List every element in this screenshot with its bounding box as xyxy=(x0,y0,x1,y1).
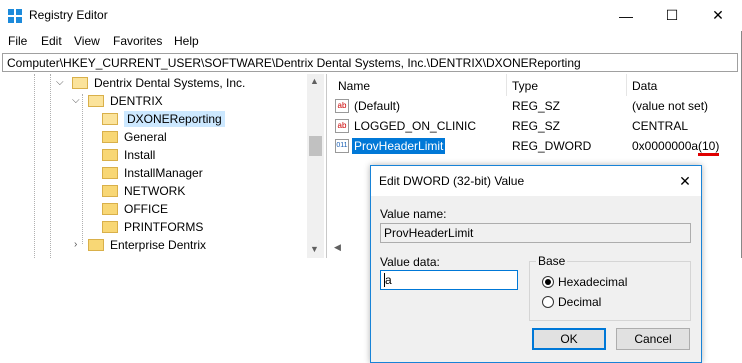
folder-icon xyxy=(102,185,118,197)
scroll-left-icon[interactable]: ◀ xyxy=(334,242,341,253)
menu-view[interactable]: View xyxy=(74,34,100,48)
menu-favorites[interactable]: Favorites xyxy=(113,34,162,48)
tree-item-office[interactable]: OFFICE xyxy=(102,200,168,218)
value-type: REG_DWORD xyxy=(512,139,592,153)
minimize-button[interactable]: — xyxy=(603,0,649,31)
tree-item-label: PRINTFORMS xyxy=(124,220,204,234)
chevron-right-icon[interactable]: › xyxy=(74,239,77,250)
column-header-type[interactable]: Type xyxy=(512,79,538,93)
edit-dword-dialog: Edit DWORD (32-bit) Value ✕ Value name: … xyxy=(370,165,702,363)
radio-decimal-label: Decimal xyxy=(558,295,602,309)
tree-guide-line xyxy=(82,94,83,244)
value-name-label: Value name: xyxy=(380,207,447,221)
tree-item-label: General xyxy=(124,130,167,144)
tree-item-label: Dentrix Dental Systems, Inc. xyxy=(94,76,246,90)
horizontal-scrollbar[interactable]: ◀ xyxy=(330,240,370,257)
value-data-decimal: (10) xyxy=(698,139,720,156)
menu-bar: File Edit View Favorites Help xyxy=(0,31,742,51)
tree-item-label: Install xyxy=(124,148,156,162)
radio-decimal[interactable]: Decimal xyxy=(542,295,601,309)
cancel-button[interactable]: Cancel xyxy=(616,328,690,350)
value-name: ProvHeaderLimit xyxy=(352,138,446,154)
value-name-field[interactable]: ProvHeaderLimit xyxy=(380,223,691,243)
column-header-name[interactable]: Name xyxy=(338,79,370,93)
radio-unselected-icon[interactable] xyxy=(542,296,554,308)
tree-item-label: DXONEReporting xyxy=(124,111,225,127)
folder-icon xyxy=(102,203,118,215)
value-data: CENTRAL xyxy=(632,119,689,133)
tree-item-network[interactable]: NETWORK xyxy=(102,182,185,200)
folder-icon xyxy=(102,167,118,179)
address-path: Computer\HKEY_CURRENT_USER\SOFTWARE\Dent… xyxy=(7,56,581,70)
tree-item-general[interactable]: General xyxy=(102,128,167,146)
registry-editor-app-icon xyxy=(8,9,22,23)
title-bar[interactable]: Registry Editor — ☐ ✕ xyxy=(0,0,742,31)
menu-edit[interactable]: Edit xyxy=(41,34,62,48)
radio-hexadecimal[interactable]: Hexadecimal xyxy=(542,275,627,289)
scroll-down-icon[interactable]: ▼ xyxy=(310,244,319,254)
menu-help[interactable]: Help xyxy=(174,34,199,48)
tree-item-dentrix[interactable]: ⌵ DENTRIX xyxy=(72,92,163,110)
string-value-icon: ab xyxy=(335,99,349,113)
value-row-default[interactable]: ab (Default) REG_SZ (value not set) xyxy=(330,96,740,116)
column-header-data[interactable]: Data xyxy=(632,79,657,93)
key-tree: ⌵ Dentrix Dental Systems, Inc. ⌵ DENTRIX… xyxy=(2,74,327,258)
value-row-logged-on-clinic[interactable]: ab LOGGED_ON_CLINIC REG_SZ CENTRAL xyxy=(330,116,740,136)
value-type: REG_SZ xyxy=(512,119,561,133)
tree-item-enterprise-dentrix[interactable]: › Enterprise Dentrix xyxy=(74,236,206,254)
chevron-down-icon[interactable]: ⌵ xyxy=(72,95,80,106)
tree-item-label: OFFICE xyxy=(124,202,168,216)
value-row-provheaderlimit[interactable]: 011 ProvHeaderLimit REG_DWORD 0x0000000a… xyxy=(330,136,740,156)
tree-guide-line xyxy=(50,74,51,258)
base-group: Base Hexadecimal Decimal xyxy=(529,254,691,321)
tree-item-dxonereporting[interactable]: DXONEReporting xyxy=(102,110,225,128)
tree-item-printforms[interactable]: PRINTFORMS xyxy=(102,218,203,236)
dialog-close-icon[interactable]: ✕ xyxy=(675,171,695,191)
dialog-title: Edit DWORD (32-bit) Value xyxy=(379,174,525,188)
tree-guide-line xyxy=(34,74,35,258)
value-type: REG_SZ xyxy=(512,99,561,113)
close-button[interactable]: ✕ xyxy=(695,0,741,31)
value-data: 0x0000000a xyxy=(632,139,699,153)
folder-icon xyxy=(72,77,88,89)
tree-item-label: NETWORK xyxy=(124,184,186,198)
folder-icon xyxy=(88,239,104,251)
folder-icon xyxy=(102,131,118,143)
dword-value-icon: 011 xyxy=(335,139,349,153)
value-data-label: Value data: xyxy=(380,255,440,269)
tree-item-label: InstallManager xyxy=(124,166,203,180)
tree-item-label: Enterprise Dentrix xyxy=(110,238,207,252)
column-separator xyxy=(506,74,507,96)
window-title: Registry Editor xyxy=(29,8,108,22)
menu-file[interactable]: File xyxy=(8,34,27,48)
tree-item-dentrix-dental-systems[interactable]: ⌵ Dentrix Dental Systems, Inc. xyxy=(56,74,246,92)
maximize-button[interactable]: ☐ xyxy=(649,0,695,31)
folder-icon xyxy=(102,221,118,233)
value-data-input[interactable]: a xyxy=(380,270,518,290)
tree-item-installmanager[interactable]: InstallManager xyxy=(102,164,203,182)
folder-icon xyxy=(102,113,118,125)
value-name: LOGGED_ON_CLINIC xyxy=(354,119,477,133)
radio-hexadecimal-label: Hexadecimal xyxy=(558,275,628,289)
base-group-label: Base xyxy=(536,254,568,268)
value-name: (Default) xyxy=(354,99,401,113)
radio-selected-icon[interactable] xyxy=(542,276,554,288)
folder-icon xyxy=(102,149,118,161)
value-data-text: a xyxy=(384,273,392,287)
folder-icon xyxy=(88,95,104,107)
dialog-title-bar[interactable]: Edit DWORD (32-bit) Value ✕ xyxy=(371,166,701,196)
scrollbar-thumb[interactable] xyxy=(309,136,322,156)
tree-item-install[interactable]: Install xyxy=(102,146,155,164)
address-bar[interactable]: Computer\HKEY_CURRENT_USER\SOFTWARE\Dent… xyxy=(2,53,738,72)
tree-scrollbar[interactable]: ▲ ▼ xyxy=(307,74,324,258)
string-value-icon: ab xyxy=(335,119,349,133)
column-separator xyxy=(626,74,627,96)
tree-item-label: DENTRIX xyxy=(110,94,163,108)
chevron-down-icon[interactable]: ⌵ xyxy=(56,77,64,88)
scroll-up-icon[interactable]: ▲ xyxy=(310,76,319,86)
value-data: (value not set) xyxy=(632,99,709,113)
ok-button[interactable]: OK xyxy=(532,328,606,350)
